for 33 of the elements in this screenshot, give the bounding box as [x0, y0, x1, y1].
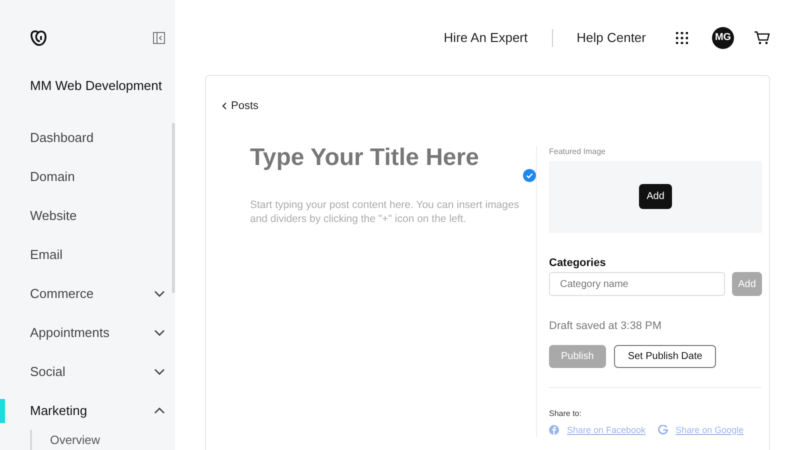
section-label: Featured Image: [549, 146, 606, 158]
category-field[interactable]: Category name: [549, 272, 725, 296]
sidebar-item[interactable]: Domain: [0, 157, 175, 196]
sidebar-item[interactable]: Website: [0, 196, 175, 235]
header-link[interactable]: Hire An Expert: [444, 28, 528, 48]
draft-status: Draft saved at 3:38 PM: [549, 319, 662, 334]
chevron-down-icon[interactable]: [154, 368, 165, 376]
sidebar-item[interactable]: Email: [0, 235, 175, 274]
site-name: MM Web Development: [29, 77, 163, 95]
logo-icon[interactable]: [30, 30, 47, 46]
avatar[interactable]: MG: [712, 26, 734, 48]
header-link[interactable]: Help Center: [576, 28, 646, 48]
facebook-icon: [549, 425, 559, 436]
apps-grid-icon[interactable]: [676, 32, 688, 44]
google-icon: [658, 425, 668, 436]
sidebar-item[interactable]: Commerce: [0, 274, 175, 313]
chevron-down-icon[interactable]: [154, 290, 165, 298]
cart-icon[interactable]: [754, 30, 770, 44]
chevron-up-icon[interactable]: [154, 406, 165, 414]
sidebar-subitem[interactable]: Overview: [32, 433, 100, 449]
add-image-button[interactable]: Add: [638, 184, 672, 209]
back-chevron-icon: [222, 102, 227, 110]
back-link[interactable]: Posts: [222, 98, 259, 114]
section-heading: Categories: [549, 256, 607, 270]
collapse-sidebar-icon[interactable]: [153, 32, 165, 44]
sidebar-item[interactable]: Dashboard: [0, 118, 175, 157]
sidebar-item[interactable]: Appointments: [0, 313, 175, 352]
sidebar-item[interactable]: Social: [0, 352, 175, 391]
set-publish-date-button[interactable]: Set Publish Date: [614, 344, 716, 368]
selection-indicator: [0, 399, 5, 423]
sidebar-item[interactable]: Marketing: [0, 391, 175, 430]
share-heading: Share to:: [549, 408, 582, 420]
chevron-down-icon[interactable]: [154, 328, 165, 336]
